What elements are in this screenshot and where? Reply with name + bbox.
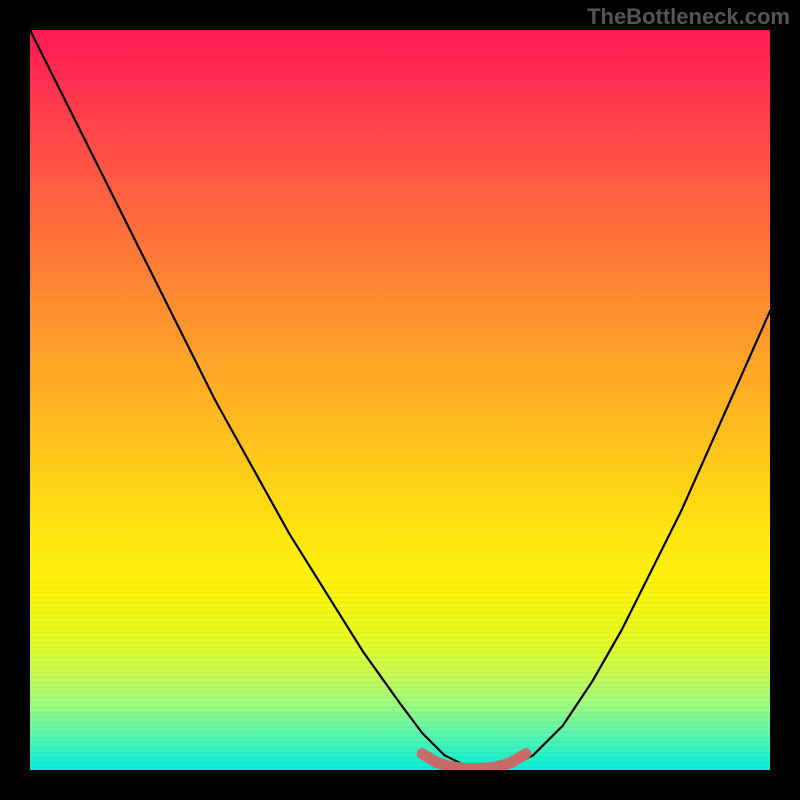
bottleneck-curve	[30, 30, 770, 769]
watermark-text: TheBottleneck.com	[587, 4, 790, 30]
plot-area	[30, 30, 770, 770]
chart-frame: TheBottleneck.com	[0, 0, 800, 800]
target-band	[422, 754, 526, 769]
curve-svg	[30, 30, 770, 770]
